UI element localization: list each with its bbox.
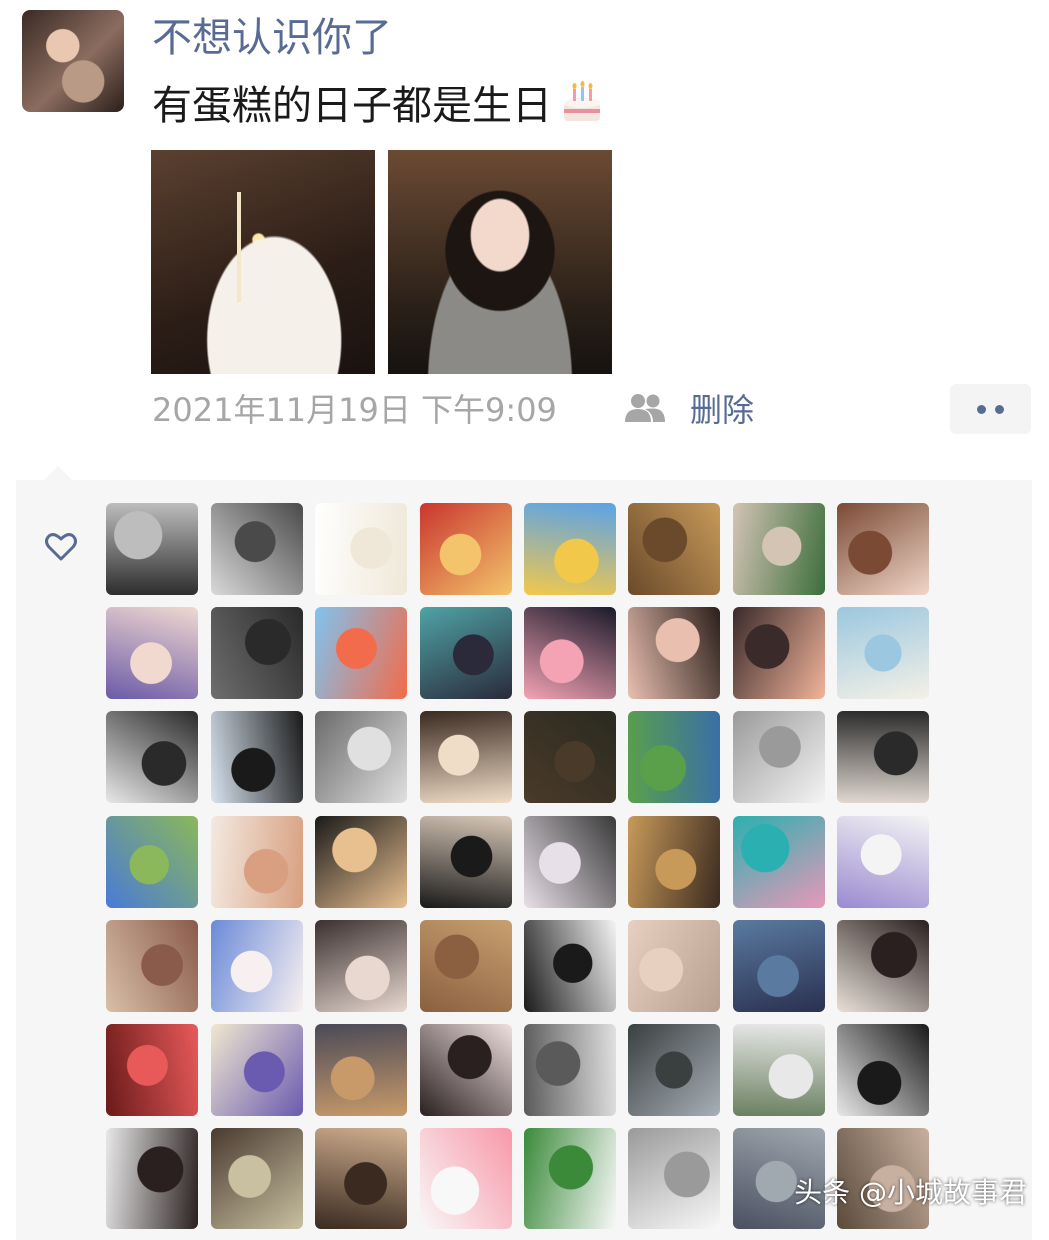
heart-outline-icon xyxy=(45,533,77,561)
liker-avatar[interactable] xyxy=(524,1024,616,1116)
friends-icon xyxy=(625,394,665,422)
liker-avatar[interactable] xyxy=(733,920,825,1012)
liker-avatar[interactable] xyxy=(628,711,720,803)
liker-avatar[interactable] xyxy=(106,920,198,1012)
liker-avatar[interactable] xyxy=(837,711,929,803)
liker-avatar[interactable] xyxy=(106,711,198,803)
liker-avatar[interactable] xyxy=(524,503,616,595)
liker-avatar[interactable] xyxy=(211,1024,303,1116)
poster-avatar[interactable] xyxy=(22,10,124,112)
watermark: 头条 @小城故事君 xyxy=(794,1176,1027,1209)
liker-avatar[interactable] xyxy=(106,503,198,595)
liker-avatar[interactable] xyxy=(837,1024,929,1116)
liker-avatar[interactable] xyxy=(628,816,720,908)
liker-avatar[interactable] xyxy=(628,920,720,1012)
more-dots-icon xyxy=(977,405,986,414)
liker-avatar[interactable] xyxy=(628,503,720,595)
liker-avatar[interactable] xyxy=(420,607,512,699)
liker-avatar[interactable] xyxy=(524,607,616,699)
liker-avatar[interactable] xyxy=(211,920,303,1012)
liker-avatar[interactable] xyxy=(315,1128,407,1229)
liker-avatar[interactable] xyxy=(106,1024,198,1116)
liker-avatar[interactable] xyxy=(420,816,512,908)
more-button[interactable] xyxy=(950,384,1031,434)
liker-avatar[interactable] xyxy=(106,1128,198,1229)
liker-avatar[interactable] xyxy=(420,503,512,595)
liker-avatar[interactable] xyxy=(524,711,616,803)
liker-avatar[interactable] xyxy=(420,920,512,1012)
liker-avatar[interactable] xyxy=(106,816,198,908)
liker-avatar[interactable] xyxy=(315,607,407,699)
post-photo-portrait[interactable] xyxy=(388,150,612,374)
delete-button[interactable]: 删除 xyxy=(690,388,754,432)
likes-panel-arrow xyxy=(44,466,72,480)
liker-avatar[interactable] xyxy=(315,503,407,595)
liker-avatar[interactable] xyxy=(524,816,616,908)
liker-avatar[interactable] xyxy=(315,816,407,908)
post-text: 有蛋糕的日子都是生日 xyxy=(152,78,606,134)
liker-avatar[interactable] xyxy=(211,711,303,803)
liker-avatar[interactable] xyxy=(628,1128,720,1229)
liker-avatar[interactable] xyxy=(837,503,929,595)
liker-avatar[interactable] xyxy=(211,1128,303,1229)
liker-avatar[interactable] xyxy=(315,711,407,803)
liker-avatar[interactable] xyxy=(106,607,198,699)
liker-avatar[interactable] xyxy=(420,1128,512,1229)
post-text-content: 有蛋糕的日子都是生日 xyxy=(152,83,552,129)
liker-avatar[interactable] xyxy=(524,920,616,1012)
candle xyxy=(237,192,241,302)
liker-avatar[interactable] xyxy=(733,503,825,595)
liker-avatar[interactable] xyxy=(837,816,929,908)
liker-avatar[interactable] xyxy=(211,503,303,595)
liker-avatar[interactable] xyxy=(420,1024,512,1116)
liker-avatar[interactable] xyxy=(628,607,720,699)
liker-avatar[interactable] xyxy=(211,816,303,908)
liker-avatar[interactable] xyxy=(211,607,303,699)
liker-avatar[interactable] xyxy=(733,816,825,908)
liker-avatar[interactable] xyxy=(733,711,825,803)
liker-avatar[interactable] xyxy=(837,920,929,1012)
liker-avatar[interactable] xyxy=(315,920,407,1012)
more-dots-icon xyxy=(995,405,1004,414)
post-photo-cake[interactable] xyxy=(151,150,375,374)
liker-avatar[interactable] xyxy=(733,1024,825,1116)
liker-avatar[interactable] xyxy=(628,1024,720,1116)
liker-avatar[interactable] xyxy=(837,607,929,699)
liker-avatar[interactable] xyxy=(315,1024,407,1116)
poster-username[interactable]: 不想认识你了 xyxy=(152,10,392,66)
liker-avatar[interactable] xyxy=(524,1128,616,1229)
liker-avatar[interactable] xyxy=(420,711,512,803)
liker-avatar[interactable] xyxy=(733,607,825,699)
post-timestamp: 2021年11月19日 下午9:09 xyxy=(152,391,557,429)
birthday-cake-icon xyxy=(564,81,600,121)
